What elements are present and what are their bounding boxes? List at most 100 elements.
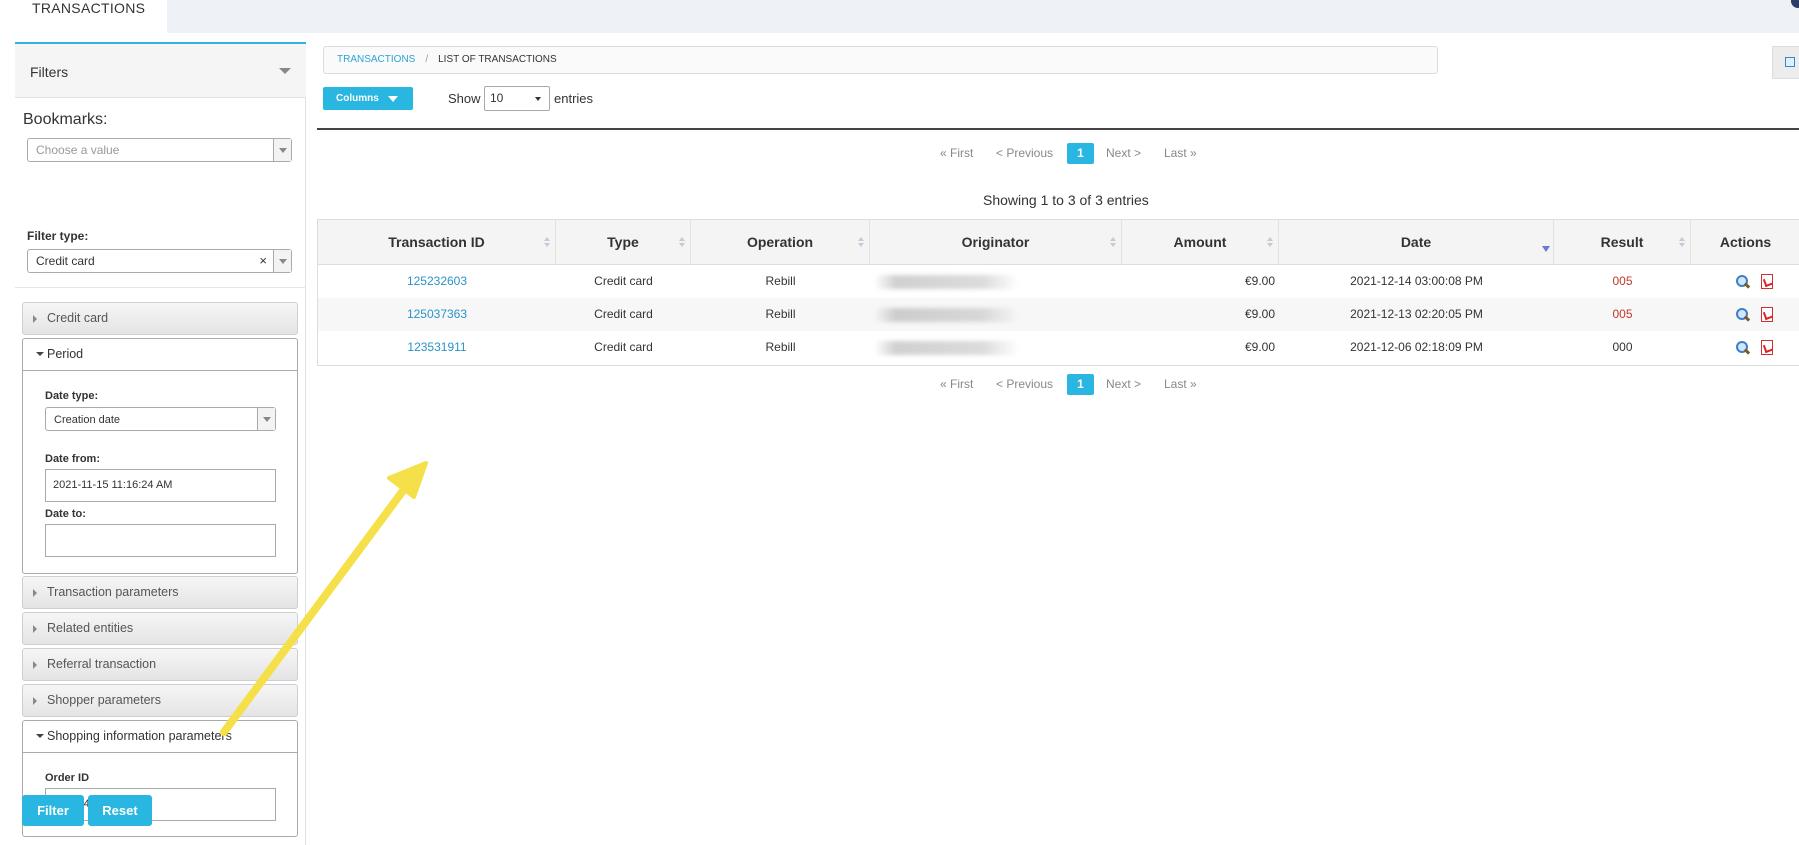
col-operation[interactable]: Operation xyxy=(691,220,870,265)
breadcrumb-transactions-link[interactable]: TRANSACTIONS xyxy=(337,54,415,65)
columns-button[interactable]: Columns xyxy=(323,87,413,110)
type-cell: Credit card xyxy=(594,274,653,288)
corner-avatar-icon[interactable] xyxy=(1791,0,1799,8)
col-amount[interactable]: Amount xyxy=(1122,220,1279,265)
triangle-down-icon xyxy=(36,352,44,356)
section-shopper-parameters[interactable]: Shopper parameters xyxy=(22,684,298,717)
period-panel: Date type: Creation date Date from: 2021… xyxy=(22,371,298,574)
bookmarks-placeholder: Choose a value xyxy=(36,143,120,157)
magnifier-icon[interactable] xyxy=(1736,275,1750,289)
date-cell: 2021-12-13 02:20:05 PM xyxy=(1350,307,1483,321)
transaction-id-link[interactable]: 123531911 xyxy=(318,331,556,364)
amount-cell: €9.00 xyxy=(1244,307,1275,321)
breadcrumb-separator: / xyxy=(425,54,429,65)
section-shopping-information[interactable]: Shopping information parameters xyxy=(22,720,298,753)
triangle-right-icon xyxy=(33,625,37,633)
section-referral-transaction-label: Referral transaction xyxy=(47,657,157,671)
col-type[interactable]: Type xyxy=(556,220,691,265)
col-amount-label: Amount xyxy=(1173,234,1227,250)
magnifier-icon[interactable] xyxy=(1736,308,1750,322)
date-from-input[interactable]: 2021-11-15 11:16:24 AM xyxy=(45,469,276,502)
section-credit-card[interactable]: Credit card xyxy=(22,302,298,335)
chevron-down-icon[interactable] xyxy=(257,408,275,430)
sort-icon xyxy=(1267,237,1273,249)
transaction-id-link[interactable]: 125232603 xyxy=(318,265,556,298)
page-size-select[interactable]: 10 xyxy=(484,86,550,111)
col-result-label: Result xyxy=(1600,234,1644,250)
caret-down-icon[interactable] xyxy=(279,68,291,74)
table-row: 125037363 Credit card Rebill €9.00 2021-… xyxy=(318,298,1799,331)
table-header: Transaction ID Type Operation Originator… xyxy=(318,220,1799,265)
pager-current[interactable]: 1 xyxy=(1067,143,1094,164)
section-referral-transaction[interactable]: Referral transaction xyxy=(22,648,298,681)
col-type-label: Type xyxy=(607,234,639,250)
date-to-label: Date to: xyxy=(45,508,86,520)
filters-header[interactable]: Filters xyxy=(15,42,306,98)
pager-next[interactable]: Next > xyxy=(1106,146,1141,160)
pager-first[interactable]: « First xyxy=(940,146,973,160)
filter-type-select[interactable]: Credit card × xyxy=(27,249,292,273)
filter-button[interactable]: Filter xyxy=(22,795,84,826)
pager-first[interactable]: « First xyxy=(940,377,973,391)
section-shopping-information-label: Shopping information parameters xyxy=(47,729,232,743)
reset-button[interactable]: Reset xyxy=(88,795,152,826)
section-period[interactable]: Period xyxy=(22,338,298,371)
sort-icon xyxy=(544,237,550,249)
table-row: 123531911 Credit card Rebill €9.00 2021-… xyxy=(318,331,1799,364)
tab-transactions[interactable]: TRANSACTIONS xyxy=(0,0,167,33)
chevron-down-icon[interactable] xyxy=(273,250,291,272)
date-from-label: Date from: xyxy=(45,453,101,465)
date-type-label: Date type: xyxy=(45,390,99,402)
spacer xyxy=(22,296,298,297)
date-cell: 2021-12-06 02:18:09 PM xyxy=(1350,340,1483,354)
table-info: Showing 1 to 3 of 3 entries xyxy=(983,192,1149,208)
col-actions-label: Actions xyxy=(1719,234,1772,250)
originator-redacted xyxy=(874,308,1019,322)
result-cell: 005 xyxy=(1612,307,1633,321)
order-id-label: Order ID xyxy=(45,772,90,784)
magnifier-icon[interactable] xyxy=(1736,341,1750,355)
clear-icon[interactable]: × xyxy=(259,250,267,272)
date-type-value: Creation date xyxy=(54,414,121,426)
transaction-id-link[interactable]: 125037363 xyxy=(318,298,556,331)
col-transaction-id[interactable]: Transaction ID xyxy=(318,220,556,265)
pdf-icon[interactable] xyxy=(1761,340,1773,355)
result-cell: 000 xyxy=(1612,340,1633,354)
operation-cell: Rebill xyxy=(765,307,796,321)
col-date[interactable]: Date xyxy=(1279,220,1554,265)
col-originator[interactable]: Originator xyxy=(870,220,1122,265)
pager-last[interactable]: Last » xyxy=(1164,146,1197,160)
chevron-down-icon xyxy=(535,97,541,101)
bookmarks-select[interactable]: Choose a value xyxy=(27,138,292,162)
pager-previous[interactable]: < Previous xyxy=(996,377,1053,391)
columns-button-label: Columns xyxy=(336,93,379,104)
pager-next[interactable]: Next > xyxy=(1106,377,1141,391)
triangle-right-icon xyxy=(33,589,37,597)
pdf-icon[interactable] xyxy=(1761,307,1773,322)
date-to-input[interactable] xyxy=(45,524,276,557)
date-type-select[interactable]: Creation date xyxy=(45,407,276,431)
filters-title: Filters xyxy=(30,64,69,80)
triangle-right-icon xyxy=(33,315,37,323)
top-bar: TRANSACTIONS xyxy=(0,0,1799,33)
export-button[interactable] xyxy=(1772,46,1799,79)
section-transaction-parameters-label: Transaction parameters xyxy=(47,585,179,599)
pager-last[interactable]: Last » xyxy=(1164,377,1197,391)
section-transaction-parameters[interactable]: Transaction parameters xyxy=(22,576,298,609)
chevron-down-icon[interactable] xyxy=(273,139,291,161)
transactions-table: Transaction ID Type Operation Originator… xyxy=(317,219,1799,366)
col-transaction-id-label: Transaction ID xyxy=(388,234,485,250)
pager-previous[interactable]: < Previous xyxy=(996,146,1053,160)
pdf-icon[interactable] xyxy=(1761,274,1773,289)
section-credit-card-label: Credit card xyxy=(47,311,109,325)
pager-current[interactable]: 1 xyxy=(1067,374,1094,395)
triangle-right-icon xyxy=(33,661,37,669)
bookmarks-label: Bookmarks: xyxy=(23,111,108,128)
col-result[interactable]: Result xyxy=(1554,220,1691,265)
sort-icon xyxy=(858,237,864,249)
tab-transactions-label: TRANSACTIONS xyxy=(32,0,146,16)
section-related-entities[interactable]: Related entities xyxy=(22,612,298,645)
show-label: Show xyxy=(448,91,481,106)
col-actions: Actions xyxy=(1691,220,1799,265)
col-operation-label: Operation xyxy=(746,234,814,250)
